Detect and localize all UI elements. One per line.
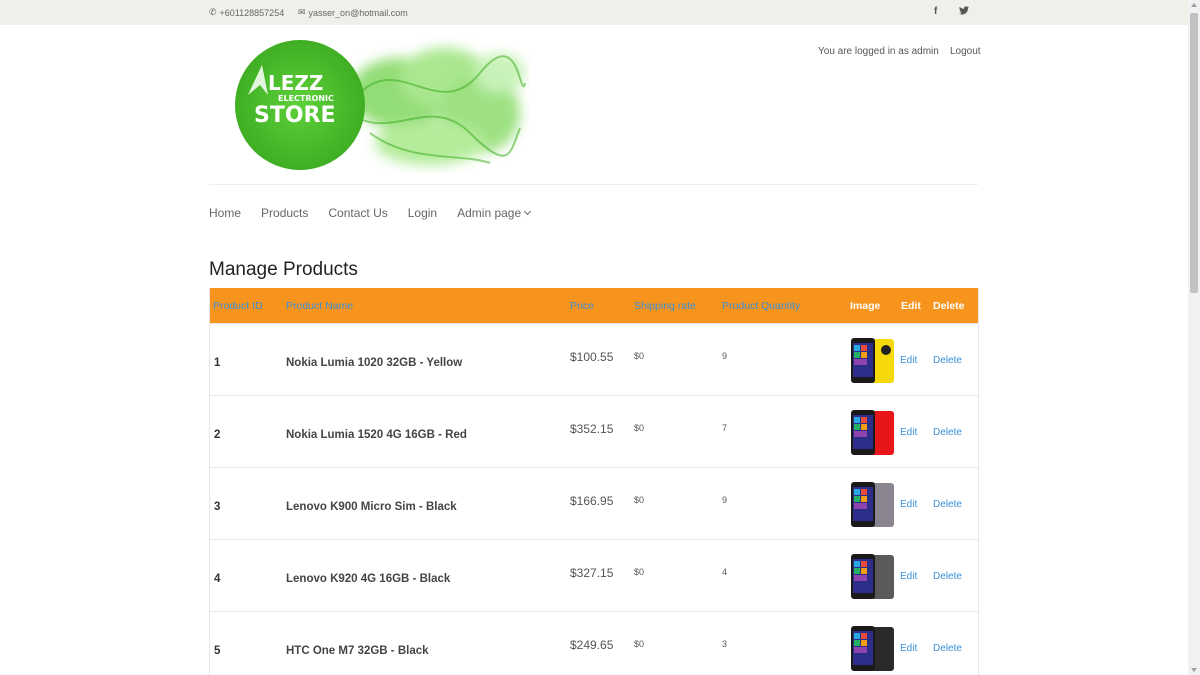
table-row: 5 HTC One M7 32GB - Black $249.65 $0 3 E… xyxy=(210,611,978,675)
store-logo[interactable]: LEZZ ELECTRONIC STORE xyxy=(230,33,530,173)
delete-link[interactable]: Delete xyxy=(933,571,962,582)
nav-products[interactable]: Products xyxy=(261,206,308,220)
cell-shipping-rate: $0 xyxy=(634,495,645,505)
cell-price: $100.55 xyxy=(570,350,614,364)
delete-link[interactable]: Delete xyxy=(933,427,962,438)
top-bar: ✆ +601128857254 ✉ yasser_on@hotmail.com … xyxy=(0,0,1188,25)
cell-quantity: 4 xyxy=(722,567,728,577)
contact-phone-text: +601128857254 xyxy=(219,7,285,18)
cell-quantity: 9 xyxy=(722,495,728,505)
header-price[interactable]: Price xyxy=(570,300,594,312)
logout-link[interactable]: Logout xyxy=(950,46,981,57)
scroll-thumb[interactable] xyxy=(1190,13,1198,293)
scroll-down-icon[interactable] xyxy=(1191,668,1197,672)
edit-link[interactable]: Edit xyxy=(900,499,917,510)
delete-link[interactable]: Delete xyxy=(933,355,962,366)
contact-phone: ✆ +601128857254 xyxy=(209,7,284,18)
edit-link[interactable]: Edit xyxy=(900,643,917,654)
cell-product-id: 4 xyxy=(214,573,221,585)
cell-quantity: 7 xyxy=(722,423,728,433)
logo-graphic: LEZZ ELECTRONIC STORE xyxy=(235,40,526,170)
cell-product-name: Lenovo K900 Micro Sim - Black xyxy=(286,501,457,513)
cell-quantity: 3 xyxy=(722,639,728,649)
nav-admin-page-label: Admin page xyxy=(457,206,522,220)
cell-quantity: 9 xyxy=(722,351,728,361)
header-divider xyxy=(209,184,978,185)
envelope-icon: ✉ xyxy=(298,7,306,17)
phone-icon: ✆ xyxy=(209,7,217,17)
cell-price: $249.65 xyxy=(570,638,614,652)
edit-link[interactable]: Edit xyxy=(900,355,917,366)
logo-text-3: STORE xyxy=(254,103,336,128)
cell-price: $352.15 xyxy=(570,422,614,436)
products-table: Product ID Product Name Price Shipping r… xyxy=(209,288,979,675)
cell-product-id: 5 xyxy=(214,645,221,657)
cell-product-name: Lenovo K920 4G 16GB - Black xyxy=(286,573,451,585)
edit-link[interactable]: Edit xyxy=(900,427,917,438)
nav-contact-us[interactable]: Contact Us xyxy=(328,206,387,220)
cell-shipping-rate: $0 xyxy=(634,423,645,433)
product-image xyxy=(848,552,898,602)
logo-text-2: ELECTRONIC xyxy=(278,94,334,103)
header-image: Image xyxy=(850,300,881,312)
header-product-id[interactable]: Product ID xyxy=(213,300,263,312)
header-edit: Edit xyxy=(901,300,921,312)
table-header: Product ID Product Name Price Shipping r… xyxy=(210,288,978,323)
header-product-name[interactable]: Product Name xyxy=(286,300,353,312)
chevron-down-icon xyxy=(524,207,532,216)
header-shipping-rate[interactable]: Shipping rate xyxy=(634,300,696,312)
cell-product-id: 2 xyxy=(214,429,221,441)
cell-product-name: Nokia Lumia 1520 4G 16GB - Red xyxy=(286,429,467,441)
cell-price: $327.15 xyxy=(570,566,614,580)
cell-product-name: HTC One M7 32GB - Black xyxy=(286,645,429,657)
contact-email: ✉ yasser_on@hotmail.com xyxy=(298,7,408,18)
product-image xyxy=(848,336,898,386)
product-image xyxy=(848,480,898,530)
product-image xyxy=(848,408,898,458)
page-title: Manage Products xyxy=(209,259,358,280)
cell-shipping-rate: $0 xyxy=(634,639,645,649)
contact-email-text: yasser_on@hotmail.com xyxy=(308,7,408,18)
cell-price: $166.95 xyxy=(570,494,614,508)
header-product-quantity[interactable]: Product Quantity xyxy=(722,300,800,312)
table-row: 3 Lenovo K900 Micro Sim - Black $166.95 … xyxy=(210,467,978,539)
cell-product-id: 3 xyxy=(214,501,221,513)
scroll-up-icon[interactable] xyxy=(1191,3,1197,7)
product-image xyxy=(848,624,898,674)
main-nav: Home Products Contact Us Login Admin pag… xyxy=(209,206,550,220)
page-scrollbar[interactable] xyxy=(1188,0,1200,675)
facebook-icon[interactable]: f xyxy=(934,6,937,17)
table-row: 2 Nokia Lumia 1520 4G 16GB - Red $352.15… xyxy=(210,395,978,467)
nav-login[interactable]: Login xyxy=(408,206,437,220)
table-row: 1 Nokia Lumia 1020 32GB - Yellow $100.55… xyxy=(210,323,978,395)
cell-shipping-rate: $0 xyxy=(634,567,645,577)
nav-home[interactable]: Home xyxy=(209,206,241,220)
nav-admin-page[interactable]: Admin page xyxy=(457,206,532,220)
edit-link[interactable]: Edit xyxy=(900,571,917,582)
cell-product-id: 1 xyxy=(214,357,221,369)
cell-shipping-rate: $0 xyxy=(634,351,645,361)
logo-text-1: LEZZ xyxy=(268,71,323,95)
twitter-icon[interactable] xyxy=(959,6,969,18)
header-delete: Delete xyxy=(933,300,965,312)
delete-link[interactable]: Delete xyxy=(933,499,962,510)
login-status: You are logged in as admin xyxy=(818,46,939,57)
cell-product-name: Nokia Lumia 1020 32GB - Yellow xyxy=(286,357,463,369)
table-row: 4 Lenovo K920 4G 16GB - Black $327.15 $0… xyxy=(210,539,978,611)
delete-link[interactable]: Delete xyxy=(933,643,962,654)
